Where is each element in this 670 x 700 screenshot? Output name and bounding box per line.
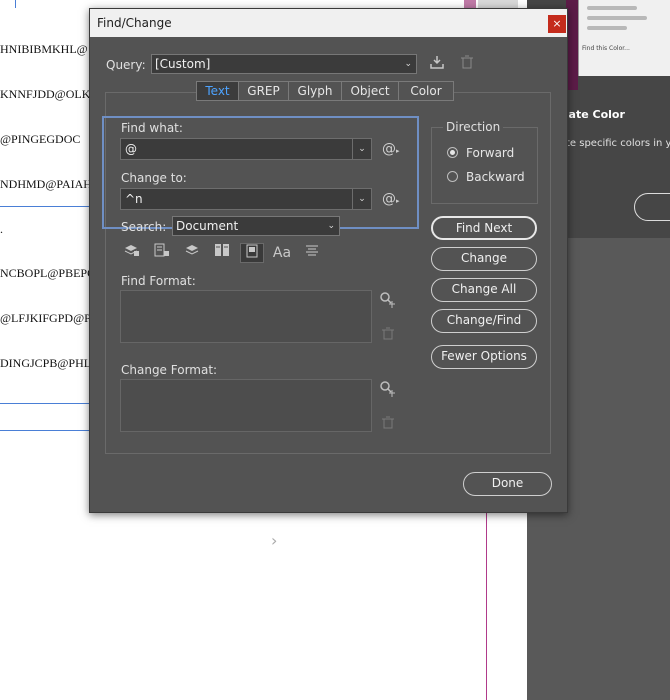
tab-object[interactable]: Object bbox=[342, 81, 399, 101]
chevron-down-icon: ⌄ bbox=[327, 221, 335, 231]
cursor-icon: › bbox=[271, 531, 278, 550]
whole-word-icon[interactable] bbox=[300, 243, 324, 263]
fewer-options-button[interactable]: Fewer Options bbox=[431, 345, 537, 369]
preview-card bbox=[578, 0, 670, 76]
change-all-button[interactable]: Change All bbox=[431, 278, 537, 302]
preview-line bbox=[587, 6, 637, 10]
document-text-top: HNIBIBMKHL@ KNNFJDD@OLK @PINGEGDOC NDHMD… bbox=[0, 12, 92, 252]
search-type-tabs: Text GREP Glyph Object Color bbox=[196, 81, 454, 101]
locked-layers-icon[interactable] bbox=[120, 243, 144, 263]
panel-subtext: te specific colors in yo bbox=[566, 138, 670, 149]
trash-icon[interactable] bbox=[458, 55, 476, 73]
search-scope-select[interactable]: Document ⌄ bbox=[172, 216, 340, 236]
change-button[interactable]: Change bbox=[431, 247, 537, 271]
footnotes-icon[interactable] bbox=[240, 243, 264, 263]
panel-button[interactable] bbox=[634, 193, 670, 221]
find-what-value: @ bbox=[125, 142, 137, 156]
query-value: [Custom] bbox=[155, 57, 211, 71]
search-options: Aa bbox=[120, 243, 324, 263]
doc-line: @LFJKIFGPD@PL bbox=[0, 311, 99, 325]
chevron-down-icon[interactable]: ⌄ bbox=[352, 139, 371, 159]
tab-grep[interactable]: GREP bbox=[239, 81, 289, 101]
chevron-down-icon: ⌄ bbox=[404, 59, 412, 69]
trash-icon[interactable] bbox=[382, 416, 394, 433]
page-thumb-marker bbox=[478, 0, 518, 8]
change-format-label: Change Format: bbox=[121, 363, 218, 377]
find-format-label: Find Format: bbox=[121, 274, 196, 288]
page-guide bbox=[0, 206, 90, 207]
format-search-icon[interactable] bbox=[380, 381, 396, 401]
doc-line: @PINGEGDOC bbox=[0, 132, 81, 146]
doc-line: . bbox=[0, 222, 3, 236]
find-what-field[interactable]: @ ⌄ bbox=[120, 138, 372, 160]
master-pages-icon[interactable] bbox=[210, 243, 234, 263]
column-guide bbox=[15, 0, 16, 8]
locked-stories-icon[interactable] bbox=[150, 243, 174, 263]
preview-caption: Find this Color... bbox=[582, 45, 630, 52]
format-search-icon[interactable] bbox=[380, 292, 396, 312]
search-label: Search: bbox=[121, 220, 167, 234]
at-sign-icon[interactable]: @▸ bbox=[382, 191, 400, 207]
document-text-mid: NCBOPL@PBEPQ @LFJKIFGPD@PL DINGJCPB@PHL bbox=[0, 236, 98, 386]
doc-line: NDHMD@PAIAH bbox=[0, 177, 92, 191]
query-label: Query: bbox=[106, 58, 146, 72]
close-button[interactable]: × bbox=[548, 15, 566, 33]
direction-group bbox=[431, 127, 538, 204]
dialog-title: Find/Change bbox=[97, 16, 172, 30]
dialog-titlebar[interactable]: Find/Change × bbox=[90, 9, 567, 37]
preview-line bbox=[587, 26, 627, 30]
hidden-layers-icon[interactable] bbox=[180, 243, 204, 263]
doc-line: HNIBIBMKHL@ bbox=[0, 42, 88, 56]
page-thumb-marker bbox=[464, 0, 476, 8]
change-format-box[interactable] bbox=[120, 379, 372, 432]
download-icon[interactable] bbox=[428, 55, 446, 73]
case-sensitive-icon[interactable]: Aa bbox=[270, 243, 294, 263]
query-select[interactable]: [Custom] ⌄ bbox=[151, 54, 417, 74]
radio-forward[interactable] bbox=[447, 147, 458, 158]
find-format-box[interactable] bbox=[120, 290, 372, 343]
radio-backward[interactable] bbox=[447, 171, 458, 182]
doc-line: KNNFJDD@OLK bbox=[0, 87, 91, 101]
search-scope-value: Document bbox=[176, 219, 239, 233]
tab-glyph[interactable]: Glyph bbox=[289, 81, 342, 101]
direction-label: Direction bbox=[443, 120, 504, 134]
tab-text[interactable]: Text bbox=[196, 81, 239, 101]
change-find-button[interactable]: Change/Find bbox=[431, 309, 537, 333]
doc-line: NCBOPL@PBEPQ bbox=[0, 266, 96, 280]
doc-line: DINGJCPB@PHL bbox=[0, 356, 92, 370]
forward-label[interactable]: Forward bbox=[466, 146, 514, 160]
find-next-button[interactable]: Find Next bbox=[431, 216, 537, 240]
at-sign-icon[interactable]: @▸ bbox=[382, 141, 400, 157]
page-guide bbox=[0, 430, 90, 431]
panel-heading: cate Color bbox=[562, 108, 625, 121]
backward-label[interactable]: Backward bbox=[466, 170, 525, 184]
preview-line bbox=[587, 16, 647, 20]
trash-icon[interactable] bbox=[382, 327, 394, 344]
page-guide bbox=[0, 403, 90, 404]
done-button[interactable]: Done bbox=[463, 472, 552, 496]
tab-color[interactable]: Color bbox=[399, 81, 454, 101]
chevron-down-icon[interactable]: ⌄ bbox=[352, 189, 371, 209]
change-to-value: ^n bbox=[125, 192, 143, 206]
change-to-field[interactable]: ^n ⌄ bbox=[120, 188, 372, 210]
find-change-dialog: Find/Change × Query: [Custom] ⌄ Text GRE… bbox=[89, 8, 568, 513]
find-what-label: Find what: bbox=[121, 121, 183, 135]
change-to-label: Change to: bbox=[121, 171, 187, 185]
